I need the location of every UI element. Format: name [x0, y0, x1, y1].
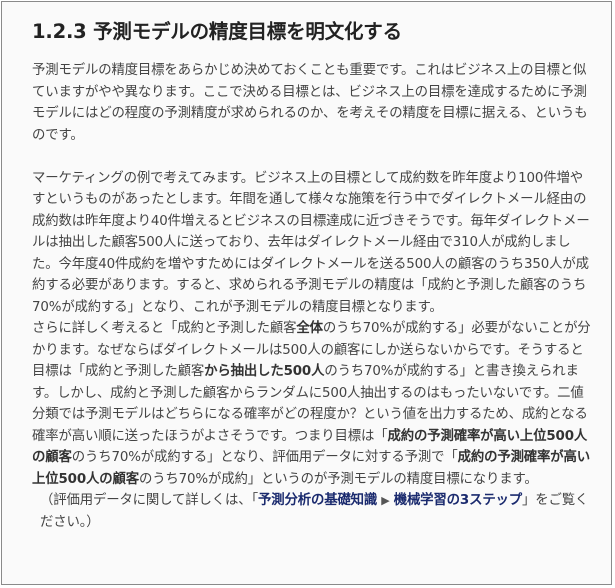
note-prefix: （評価用データに関して詳しくは、「	[40, 493, 258, 508]
detail-text-4: のうち70%が成約する」となり、評価用データに対する予測で「	[71, 450, 458, 465]
link-ml-three-steps[interactable]: 機械学習の3ステップ	[394, 493, 522, 508]
detail-text-5: のうち70%が成約」というのが予測モデルの精度目標になります。	[138, 471, 538, 487]
article-body: 予測モデルの精度目標をあらかじめ決めておくことも重要です。これはビジネス上の目標…	[32, 60, 594, 533]
detail-bold-1: 全体	[296, 321, 323, 336]
paragraph-detail: さらに詳しく考えると「成約と予測した顧客全体のうち70%が成約する」必要がないこ…	[32, 318, 594, 490]
paragraph-example: マーケティングの例で考えてみます。ビジネス上の目標として成約数を昨年度より100…	[32, 170, 590, 315]
article-frame: 1.2.3 予測モデルの精度目標を明文化する 予測モデルの精度目標をあらかじめ決…	[1, 1, 612, 585]
section-heading: 1.2.3 予測モデルの精度目標を明文化する	[32, 20, 402, 43]
detail-text-1: さらに詳しく考えると「成約と予測した顧客	[32, 321, 297, 336]
paragraph-intro: 予測モデルの精度目標をあらかじめ決めておくことも重要です。これはビジネス上の目標…	[32, 63, 588, 143]
detail-bold-2: から抽出した500人	[204, 364, 325, 379]
reference-note: （評価用データに関して詳しくは、「予測分析の基礎知識 ▶ 機械学習の3ステップ」…	[32, 490, 594, 533]
breadcrumb-arrow-icon: ▶	[381, 494, 390, 507]
link-prediction-basics[interactable]: 予測分析の基礎知識	[258, 493, 377, 508]
article-content: 1.2.3 予測モデルの精度目標を明文化する 予測モデルの精度目標をあらかじめ決…	[32, 18, 594, 533]
